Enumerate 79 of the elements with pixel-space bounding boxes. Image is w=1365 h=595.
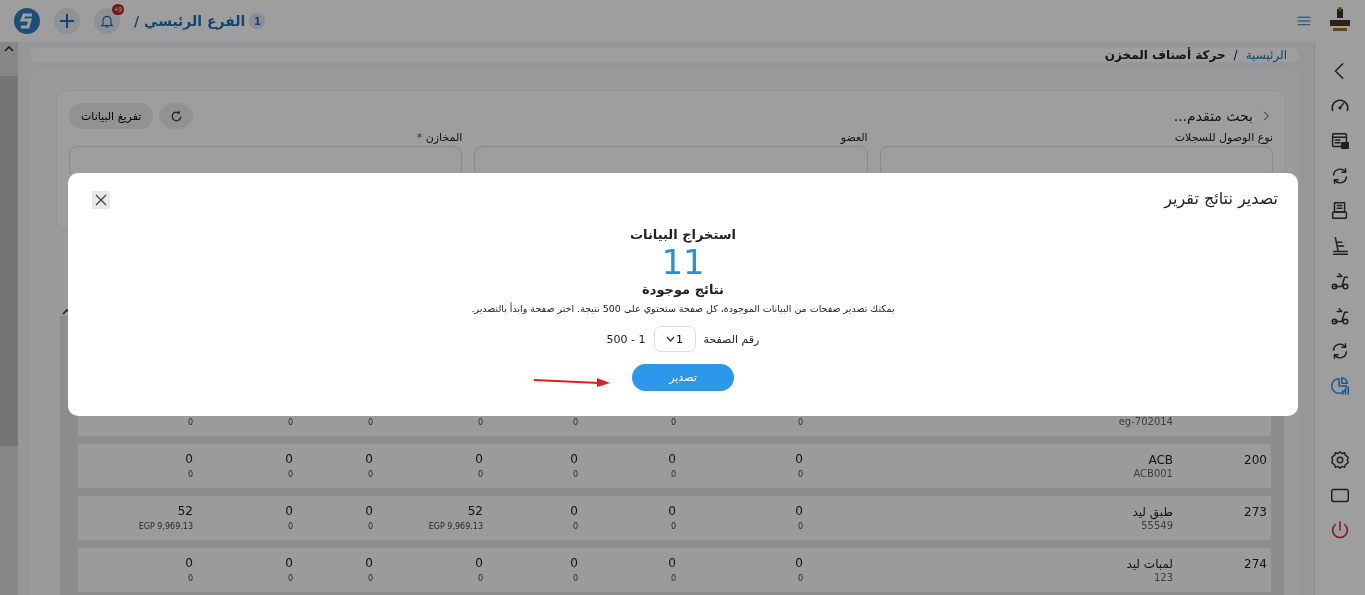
row-number: 274 xyxy=(1244,557,1267,571)
quantity-value: 0 xyxy=(475,452,483,467)
field-label: نوع الوصول للسجلات xyxy=(1174,131,1273,144)
branch-count: 1 xyxy=(249,13,266,29)
export-description: يمكنك تصدير صفحات من البيانات الموجودة، كل صفحة ستحتوي على 500 نتيجة. اختر صفحة وابدأ بالتصدير. xyxy=(471,303,895,314)
sub-value: 0 xyxy=(572,522,578,532)
advanced-search-title[interactable]: بحث متقدم... xyxy=(1173,108,1253,124)
item-code: 55549 xyxy=(1141,519,1173,532)
sub-value: 0 xyxy=(797,470,803,480)
item-name: طبق ليد xyxy=(1132,504,1173,520)
sub-value: 0 xyxy=(287,418,293,428)
sub-value: 0 xyxy=(572,470,578,480)
result-count-label: نتائج موجودة xyxy=(642,282,724,297)
quantity-value: 0 xyxy=(285,556,293,571)
sub-value: 0 xyxy=(797,418,803,428)
field-label: العضو xyxy=(840,131,868,144)
page-select[interactable]: 1 xyxy=(653,326,696,352)
table-row[interactable]: 0 0 0 0 0 0 0 0 0 0 0 0 0 0 ACB ACB001 200 xyxy=(78,444,1271,488)
quantity-value: 0 xyxy=(795,452,803,467)
sub-value: 0 xyxy=(367,418,373,428)
sub-value: 0 xyxy=(477,418,483,428)
breadcrumb-link[interactable]: الرئيسية xyxy=(1245,48,1287,62)
item-name: لمبات ليد xyxy=(1126,556,1173,572)
quantity-value: 0 xyxy=(365,452,373,467)
sub-value: 0 xyxy=(670,418,676,428)
dialog-heading: استخراج البيانات xyxy=(630,227,736,242)
sub-value: 0 xyxy=(477,470,483,480)
sub-value: 0 xyxy=(187,574,193,584)
quantity-value: 52 xyxy=(177,504,193,519)
row-number: 200 xyxy=(1244,453,1267,467)
breadcrumb-separator: / xyxy=(1233,48,1238,62)
sub-value: 0 xyxy=(367,470,373,480)
quantity-value: 0 xyxy=(668,452,676,467)
sub-value: 0 xyxy=(477,574,483,584)
sub-value: EGP 9,969.13 xyxy=(138,522,193,532)
quantity-value: 0 xyxy=(285,504,293,519)
field-label: المخازن xyxy=(425,131,463,144)
item-name: ACB xyxy=(1148,452,1173,468)
page-number-label: رقم الصفحة xyxy=(703,332,760,346)
item-code: eg-702014 xyxy=(1118,415,1173,428)
sub-value: 0 xyxy=(187,418,193,428)
quantity-value: 0 xyxy=(365,556,373,571)
required-mark: * xyxy=(416,131,423,144)
sub-value: 0 xyxy=(287,522,293,532)
quantity-value: 0 xyxy=(795,504,803,519)
sub-value: 0 xyxy=(287,470,293,480)
sub-value: 0 xyxy=(670,522,676,532)
row-number: 273 xyxy=(1244,505,1267,519)
branch-name[interactable]: الفرع الرئيسي / xyxy=(134,13,246,29)
item-code: 123 xyxy=(1153,571,1173,584)
sub-value: 0 xyxy=(670,574,676,584)
item-code: ACB001 xyxy=(1133,467,1173,480)
dialog-title: تصدير نتائج تقرير xyxy=(1164,189,1278,208)
breadcrumb-current: حركة أصناف المخزن xyxy=(1104,48,1226,62)
sub-value: 0 xyxy=(572,574,578,584)
result-count: 11 xyxy=(661,242,705,282)
quantity-value: 0 xyxy=(185,556,193,571)
clear-data-button[interactable]: تفريغ البيانات xyxy=(69,103,154,129)
quantity-value: 0 xyxy=(570,452,578,467)
sub-value: 0 xyxy=(187,470,193,480)
quantity-value: 0 xyxy=(668,504,676,519)
sub-value: 0 xyxy=(797,574,803,584)
quantity-value: 0 xyxy=(570,504,578,519)
quantity-value: 0 xyxy=(795,556,803,571)
sub-value: 0 xyxy=(670,470,676,480)
sub-value: EGP 9,969.13 xyxy=(428,522,483,532)
quantity-value: 0 xyxy=(570,556,578,571)
quantity-value: 52 xyxy=(467,504,483,519)
quantity-value: 0 xyxy=(475,556,483,571)
sub-value: 0 xyxy=(367,574,373,584)
quantity-value: 0 xyxy=(185,452,193,467)
sub-value: 0 xyxy=(572,418,578,428)
sub-value: 0 xyxy=(367,522,373,532)
sub-value: 0 xyxy=(287,574,293,584)
page-range: 1 - 500 xyxy=(606,332,646,346)
sub-value: 0 xyxy=(797,522,803,532)
quantity-value: 0 xyxy=(668,556,676,571)
quantity-value: 0 xyxy=(365,504,373,519)
quantity-value: 0 xyxy=(285,452,293,467)
